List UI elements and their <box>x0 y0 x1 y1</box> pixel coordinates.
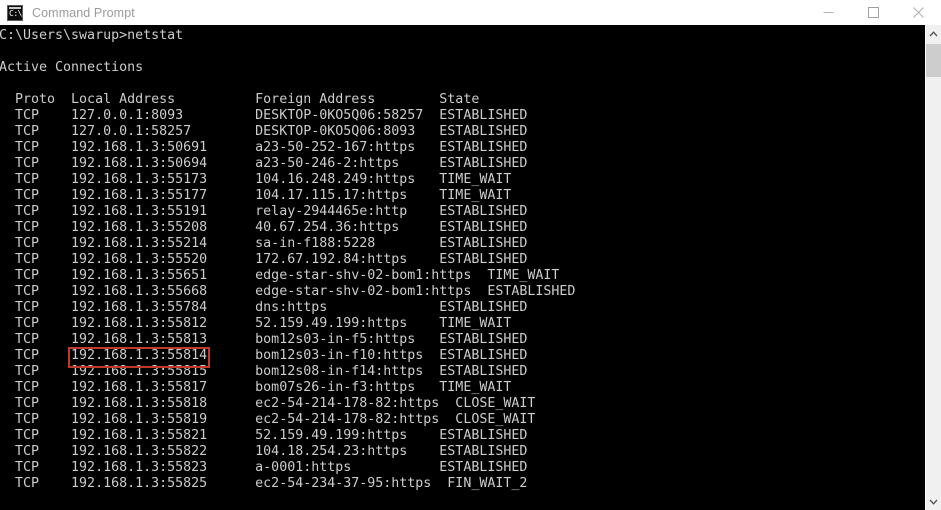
table-row: TCP 127.0.0.1:58257 DESKTOP-0KO5Q06:8093… <box>0 124 528 139</box>
table-row: TCP 192.168.1.3:55814 bom12s03-in-f10:ht… <box>0 348 528 363</box>
active-connections-heading: Active Connections <box>0 60 144 75</box>
window-title: Command Prompt <box>32 5 135 20</box>
table-row: TCP 192.168.1.3:55819 ec2-54-214-178-82:… <box>0 412 536 427</box>
table-row: TCP 192.168.1.3:55815 bom12s08-in-f14:ht… <box>0 364 528 379</box>
vertical-scrollbar[interactable] <box>925 25 941 510</box>
minimize-button[interactable] <box>806 0 851 25</box>
table-row: TCP 192.168.1.3:55823 a-0001:https ESTAB… <box>0 460 528 475</box>
table-row: TCP 192.168.1.3:55812 52.159.49.199:http… <box>0 316 512 331</box>
command-prompt-window: C:\ Command Prompt C:\Users\swarup>netst… <box>0 0 941 510</box>
table-row: TCP 192.168.1.3:55668 edge-star-shv-02-b… <box>0 284 576 299</box>
table-row: TCP 192.168.1.3:55520 172.67.192.84:http… <box>0 252 528 267</box>
table-row: TCP 192.168.1.3:55821 52.159.49.199:http… <box>0 428 528 443</box>
table-row: TCP 192.168.1.3:55784 dns:https ESTABLIS… <box>0 300 528 315</box>
close-icon <box>913 7 924 18</box>
scroll-up-button[interactable] <box>926 25 941 42</box>
titlebar[interactable]: C:\ Command Prompt <box>0 0 941 25</box>
table-row: TCP 192.168.1.3:55825 ec2-54-234-37-95:h… <box>0 476 528 491</box>
table-row: TCP 192.168.1.3:55651 edge-star-shv-02-b… <box>0 268 560 283</box>
scroll-down-button[interactable] <box>926 493 941 510</box>
table-row: TCP 192.168.1.3:55818 ec2-54-214-178-82:… <box>0 396 536 411</box>
cmd-icon: C:\ <box>7 4 23 21</box>
table-row: TCP 192.168.1.3:55817 bom07s26-in-f3:htt… <box>0 380 512 395</box>
table-row: TCP 192.168.1.3:55177 104.17.115.17:http… <box>0 188 512 203</box>
prompt-line: C:\Users\swarup>netstat <box>0 28 184 43</box>
close-button[interactable] <box>896 0 941 25</box>
column-header-row: Proto Local Address Foreign Address Stat… <box>0 92 480 107</box>
cmd-icon-label: C:\ <box>9 8 22 18</box>
minimize-icon <box>823 12 834 13</box>
terminal-output-area[interactable]: C:\Users\swarup>netstat Active Connectio… <box>0 25 925 510</box>
table-row: TCP 192.168.1.3:50694 a23-50-246-2:https… <box>0 156 528 171</box>
table-row: TCP 192.168.1.3:55191 relay-2944465e:htt… <box>0 204 528 219</box>
scrollbar-thumb[interactable] <box>926 44 941 77</box>
table-row: TCP 192.168.1.3:55214 sa-in-f188:5228 ES… <box>0 236 528 251</box>
table-row: TCP 192.168.1.3:55208 40.67.254.36:https… <box>0 220 528 235</box>
window-controls <box>806 0 941 25</box>
chevron-down-icon <box>929 499 938 505</box>
table-row: TCP 192.168.1.3:55822 104.18.254.23:http… <box>0 444 528 459</box>
maximize-icon <box>868 7 879 18</box>
terminal-lines: C:\Users\swarup>netstat Active Connectio… <box>0 28 925 492</box>
table-row-highlighted: TCP 192.168.1.3:55813 bom12s03-in-f5:htt… <box>0 332 528 347</box>
chevron-up-icon <box>929 30 938 36</box>
table-row: TCP 192.168.1.3:55173 104.16.248.249:htt… <box>0 172 512 187</box>
table-row: TCP 127.0.0.1:8093 DESKTOP-0KO5Q06:58257… <box>0 108 528 123</box>
table-row: TCP 192.168.1.3:50691 a23-50-252-167:htt… <box>0 140 528 155</box>
maximize-button[interactable] <box>851 0 896 25</box>
